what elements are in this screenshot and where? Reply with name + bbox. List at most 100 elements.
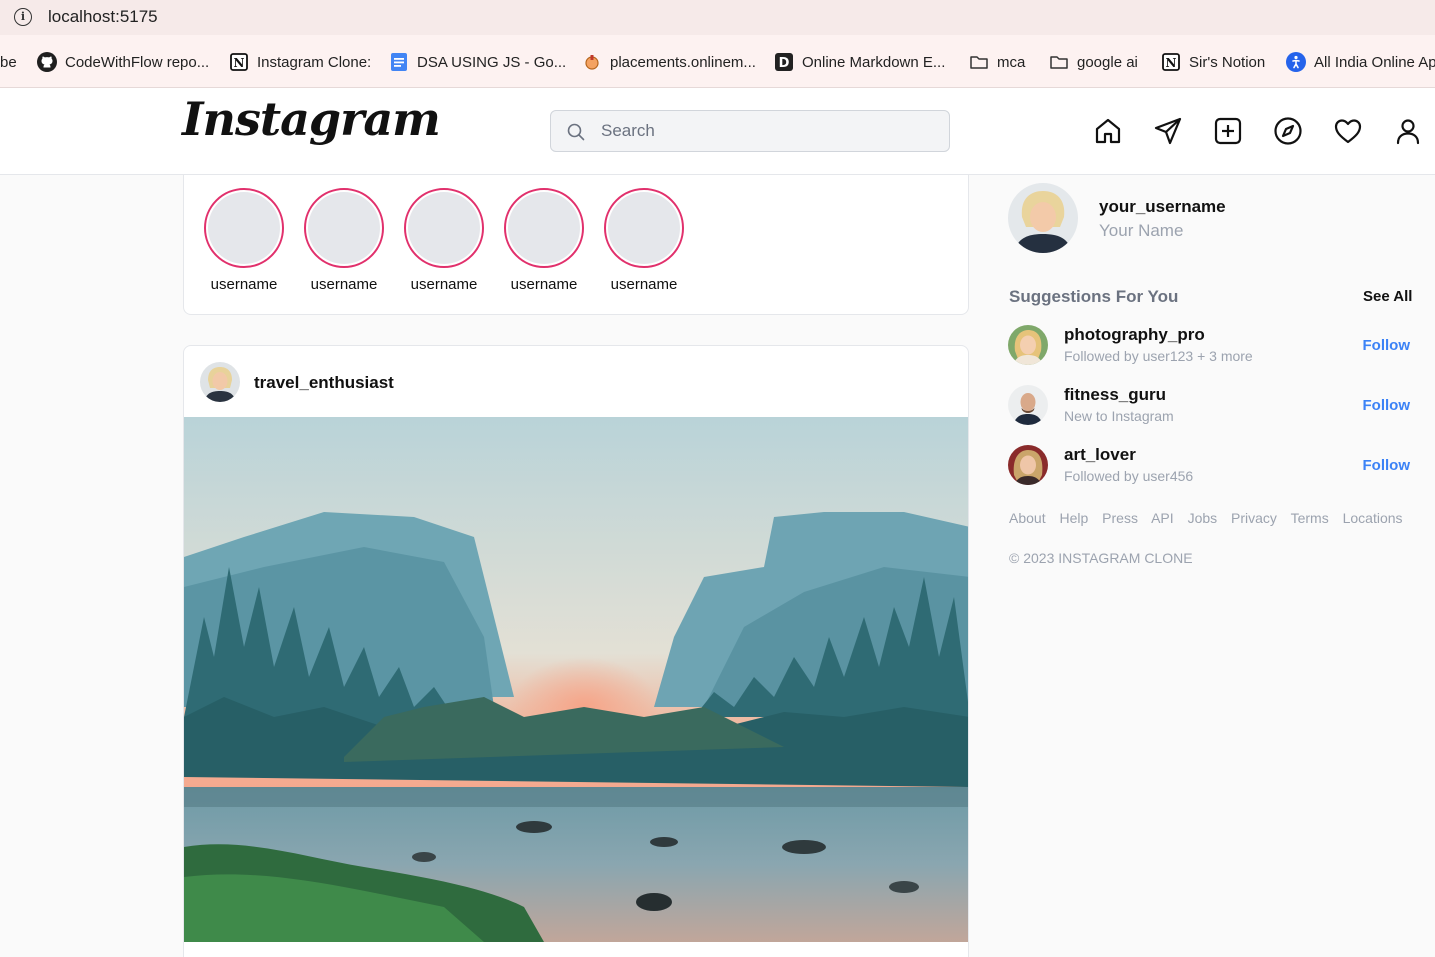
bookmark-label: Online Markdown E...	[802, 53, 946, 71]
copyright-text: © 2023 INSTAGRAM CLONE	[1009, 550, 1193, 566]
folder-icon	[969, 52, 989, 72]
footer-link-press[interactable]: Press	[1102, 510, 1138, 526]
story-item[interactable]: username	[594, 188, 694, 293]
bookmark-label: All India Online Ap	[1314, 53, 1435, 71]
follow-button[interactable]: Follow	[1363, 457, 1411, 474]
notion-icon: N	[1161, 52, 1181, 72]
bookmark-item[interactable]: be	[0, 52, 17, 72]
story-item[interactable]: username	[194, 188, 294, 293]
see-all-link[interactable]: See All	[1363, 288, 1412, 305]
bookmark-label: mca	[997, 53, 1026, 71]
bookmark-item[interactable]: placements.onlinem...	[582, 52, 756, 72]
bookmark-item[interactable]: D Online Markdown E...	[774, 52, 945, 72]
bookmark-label: Instagram Clone:	[257, 53, 372, 71]
search-bar[interactable]	[550, 110, 950, 152]
story-username: username	[410, 276, 478, 293]
story-item[interactable]: username	[294, 188, 394, 293]
story-avatar-ring	[504, 188, 584, 268]
story-avatar	[308, 192, 380, 264]
footer-link-jobs[interactable]: Jobs	[1188, 510, 1218, 526]
bookmark-label: placements.onlinem...	[610, 53, 756, 71]
bookmark-item[interactable]: N Sir's Notion	[1161, 52, 1265, 72]
folder-icon	[1049, 52, 1069, 72]
story-avatar	[608, 192, 680, 264]
bookmark-item[interactable]: CodeWithFlow repo...	[37, 52, 209, 72]
bookmark-item[interactable]: N Instagram Clone:	[229, 52, 371, 72]
footer-link-locations[interactable]: Locations	[1343, 510, 1403, 526]
svg-text:N: N	[1166, 56, 1177, 70]
suggestion-username[interactable]: fitness_guru	[1064, 385, 1166, 405]
suggestion-avatar[interactable]	[1008, 385, 1048, 425]
suggestion-item: fitness_guru New to Instagram Follow	[1008, 385, 1410, 427]
suggestion-avatar[interactable]	[1008, 445, 1048, 485]
post-header: travel_enthusiast	[184, 346, 968, 417]
search-icon	[566, 122, 586, 147]
suggestion-subtitle: Followed by user123 + 3 more	[1064, 348, 1253, 364]
footer-link-help[interactable]: Help	[1059, 510, 1088, 526]
story-avatar	[408, 192, 480, 264]
post-author-username[interactable]: travel_enthusiast	[254, 373, 394, 393]
app-header: Instagram	[0, 88, 1435, 175]
site-icon	[582, 52, 602, 72]
story-item[interactable]: username	[394, 188, 494, 293]
story-avatar-ring	[404, 188, 484, 268]
home-icon[interactable]	[1092, 115, 1124, 147]
svg-text:D: D	[779, 56, 790, 71]
heart-icon[interactable]	[1332, 115, 1364, 147]
notion-icon: N	[229, 52, 249, 72]
post-landscape-image[interactable]	[184, 417, 968, 942]
profile-icon[interactable]	[1392, 115, 1424, 147]
instagram-logo[interactable]: Instagram	[182, 92, 441, 146]
footer-link-api[interactable]: API	[1151, 510, 1174, 526]
story-username: username	[310, 276, 378, 293]
follow-button[interactable]: Follow	[1363, 397, 1411, 414]
site-info-icon[interactable]: i	[14, 8, 32, 26]
current-username[interactable]: your_username	[1099, 197, 1226, 217]
post-author-avatar[interactable]	[200, 362, 240, 402]
create-icon[interactable]	[1212, 115, 1244, 147]
suggestion-subtitle: Followed by user456	[1064, 468, 1194, 484]
bookmark-label: be	[0, 53, 17, 71]
current-user-avatar[interactable]	[1008, 183, 1078, 253]
bookmark-label: DSA USING JS - Go...	[417, 53, 567, 71]
send-icon[interactable]	[1152, 115, 1184, 147]
address-url[interactable]: localhost:5175	[48, 7, 158, 27]
story-username: username	[210, 276, 278, 293]
bookmark-label: CodeWithFlow repo...	[65, 53, 210, 71]
suggestions-title: Suggestions For You	[1009, 287, 1179, 306]
suggestion-item: photography_pro Followed by user123 + 3 …	[1008, 325, 1410, 367]
story-item[interactable]: username	[494, 188, 594, 293]
story-avatar-ring	[204, 188, 284, 268]
story-username: username	[510, 276, 578, 293]
stories-tray: username username username username user…	[183, 175, 969, 315]
browser-address-bar: i localhost:5175	[0, 0, 1435, 35]
bookmark-item[interactable]: All India Online Ap	[1286, 52, 1435, 72]
suggestion-avatar[interactable]	[1008, 325, 1048, 365]
footer-link-about[interactable]: About	[1009, 510, 1046, 526]
story-username: username	[610, 276, 678, 293]
bookmark-label: Sir's Notion	[1189, 53, 1266, 71]
github-icon	[37, 52, 57, 72]
suggestion-item: art_lover Followed by user456 Follow	[1008, 445, 1410, 487]
suggestion-subtitle: New to Instagram	[1064, 408, 1174, 424]
bookmark-item[interactable]: DSA USING JS - Go...	[389, 52, 566, 72]
footer-link-terms[interactable]: Terms	[1291, 510, 1329, 526]
bookmark-item[interactable]: mca	[969, 52, 1025, 72]
search-input[interactable]	[601, 119, 931, 143]
story-avatar	[508, 192, 580, 264]
accessibility-icon	[1286, 52, 1306, 72]
dillinger-icon: D	[774, 52, 794, 72]
footer-links: About Help Press API Jobs Privacy Terms …	[1009, 510, 1413, 526]
suggestion-username[interactable]: art_lover	[1064, 445, 1136, 465]
footer-link-privacy[interactable]: Privacy	[1231, 510, 1277, 526]
story-avatar-ring	[304, 188, 384, 268]
follow-button[interactable]: Follow	[1363, 337, 1411, 354]
suggestion-username[interactable]: photography_pro	[1064, 325, 1205, 345]
svg-text:N: N	[234, 56, 245, 70]
bookmark-item[interactable]: google ai	[1049, 52, 1138, 72]
post-card: travel_enthusiast	[183, 345, 969, 957]
story-avatar-ring	[604, 188, 684, 268]
current-full-name: Your Name	[1099, 221, 1184, 240]
explore-icon[interactable]	[1272, 115, 1304, 147]
bookmarks-bar: be CodeWithFlow repo... N Instagram Clon…	[0, 35, 1435, 88]
